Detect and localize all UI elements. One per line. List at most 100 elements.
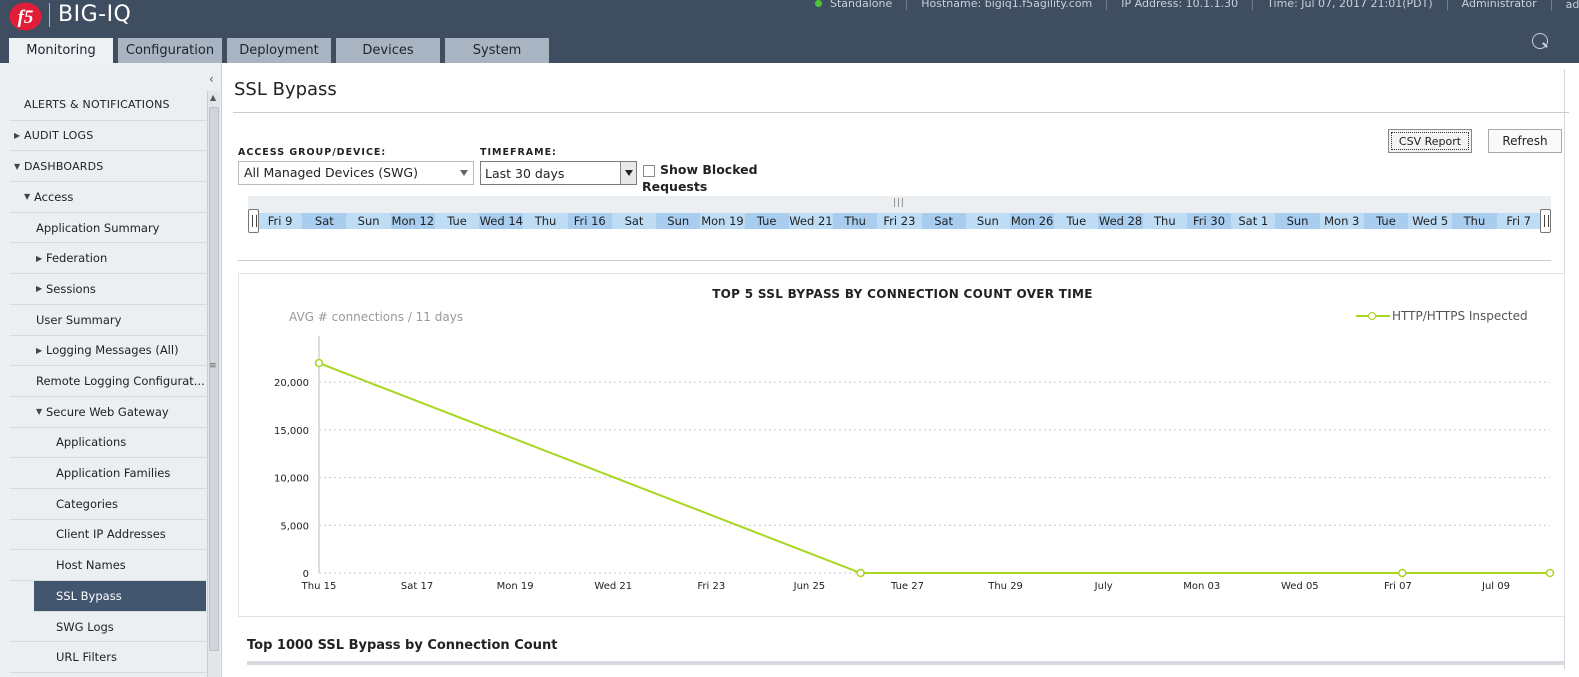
timeline-day[interactable]: Thu — [1142, 213, 1187, 229]
timeline-day[interactable]: Mon 26 — [1009, 213, 1055, 229]
timeline-day[interactable]: Wed 21 — [788, 213, 834, 229]
sidebar-item[interactable]: ▼ Secure Web Gateway — [10, 397, 206, 428]
tab-deployment[interactable]: Deployment — [227, 38, 331, 63]
timeline-days: Fri 9 Sat Sun Mon 12 Tue Wed 14 Thu Fri 16 Sat Su… — [258, 213, 1541, 229]
status-ip: IP Address: 10.1.1.30 — [1106, 0, 1252, 10]
expand-right-icon[interactable]: ▶ — [36, 346, 46, 355]
chart-legend[interactable]: HTTP/HTTPS Inspected — [1356, 309, 1528, 323]
timeline-day[interactable]: Tue — [744, 213, 789, 229]
timeline-day[interactable]: Mon 12 — [390, 213, 435, 229]
timeline-day[interactable]: Sun — [1275, 213, 1320, 229]
timeline-day[interactable]: Sat 1 — [1231, 213, 1276, 229]
timeline-day[interactable]: Wed 5 — [1408, 213, 1453, 229]
tab-configuration[interactable]: Configuration — [118, 38, 222, 63]
search-icon[interactable] — [1532, 33, 1548, 49]
sidebar-item[interactable]: SSL Bypass — [34, 581, 206, 612]
sidebar-item[interactable]: ▶ AUDIT LOGS — [10, 121, 206, 152]
expand-right-icon[interactable]: ▶ — [14, 131, 24, 140]
sidebar-item[interactable]: User Summary — [10, 305, 206, 336]
sidebar-item-label: Applications — [56, 435, 127, 450]
scroll-up-icon[interactable]: ▲ — [210, 93, 216, 102]
sidebar-item[interactable]: Application Families — [10, 458, 206, 489]
timeline-day[interactable]: Mon 3 — [1319, 213, 1364, 229]
legend-swatch — [1356, 311, 1390, 321]
timeline-day[interactable]: Mon 19 — [700, 213, 745, 229]
expand-right-icon[interactable]: ▶ — [36, 254, 46, 263]
timeline-day[interactable]: Tue — [1054, 213, 1099, 229]
sidebar-item-label: Logging Messages (All) — [46, 343, 179, 358]
sidebar-nav: ALERTS & NOTIFICATIONS ▶ AUDIT LOGS ▼ DASHBO… — [10, 90, 206, 674]
timeline-day[interactable]: Sat — [921, 213, 966, 229]
timeline-day[interactable]: Sat — [611, 213, 657, 229]
expand-right-icon[interactable]: ▶ — [36, 284, 46, 293]
timeline-slider[interactable]: | | | Fri 9 Sat Sun Mon 12 Tue Wed 14 Thu Fri 1… — [248, 196, 1551, 233]
sidebar-item[interactable]: Categories — [10, 489, 206, 520]
expand-down-icon[interactable]: ▼ — [14, 162, 24, 171]
device-select[interactable]: All Managed Devices (SWG) — [238, 161, 474, 185]
timeline-day[interactable]: Wed 14 — [479, 213, 524, 229]
app-header: f5 BIG-IQ Standalone Hostname: bigiq1.f5… — [0, 0, 1579, 63]
sidebar-item-label: Secure Web Gateway — [46, 404, 169, 419]
timeline-day[interactable]: Thu — [1452, 213, 1497, 229]
timeline-track[interactable]: | | | — [248, 196, 1551, 213]
timeline-day[interactable]: Tue — [1363, 213, 1409, 229]
timeline-day[interactable]: Sun — [965, 213, 1010, 229]
user-menu[interactable]: admin — [1550, 0, 1579, 11]
timeline-day[interactable]: Fri 9 — [258, 213, 303, 229]
scroll-thumb[interactable] — [209, 107, 219, 651]
status-bar: Standalone Hostname: bigiq1.f5agility.co… — [815, 0, 1579, 11]
timeline-day[interactable]: Fri 30 — [1186, 213, 1232, 229]
tab-monitoring[interactable]: Monitoring — [9, 38, 113, 63]
timeline-day[interactable]: Fri 23 — [877, 213, 922, 229]
timeline-day[interactable]: Fri 16 — [567, 213, 612, 229]
csv-report-button[interactable]: CSV Report — [1388, 129, 1472, 153]
timeframe-dropdown-button[interactable] — [620, 162, 636, 184]
tab-devices[interactable]: Devices — [336, 38, 440, 63]
sidebar-item-label: SSL Bypass — [56, 588, 122, 603]
sidebar-item[interactable]: ▼ DASHBOARDS — [10, 151, 206, 183]
timeframe-select-value: Last 30 days — [485, 166, 565, 181]
sidebar-item[interactable]: ▶ Federation — [10, 243, 206, 275]
sidebar-item[interactable]: ▶ Sessions — [10, 274, 206, 305]
timeline-day[interactable]: Sat — [302, 213, 347, 229]
sidebar-item-label: Access — [34, 189, 74, 204]
show-blocked-checkbox[interactable] — [643, 165, 655, 177]
expand-down-icon[interactable]: ▼ — [36, 407, 46, 416]
timeline-left-handle[interactable] — [248, 209, 259, 233]
sidebar-item-label: SWG Logs — [56, 619, 114, 634]
user-name: admin — [1565, 0, 1579, 11]
timeline-right-handle[interactable] — [1540, 209, 1551, 233]
sidebar-item[interactable]: SWG Logs — [10, 612, 206, 643]
tab-system[interactable]: System — [445, 38, 549, 63]
timeline-day[interactable]: Tue — [434, 213, 480, 229]
sidebar-item[interactable]: ▶ Logging Messages (All) — [10, 336, 206, 367]
status-dot-icon — [815, 0, 822, 7]
timeline-day[interactable]: Sun — [656, 213, 701, 229]
collapse-sidebar-icon[interactable]: ‹ — [209, 72, 214, 86]
sidebar-item[interactable]: Host Names — [10, 550, 206, 581]
table-header-bar — [247, 661, 1565, 665]
timeline-day[interactable]: Wed 28 — [1098, 213, 1143, 229]
sidebar-item[interactable]: Application Summary — [10, 213, 206, 244]
sidebar-item[interactable]: ▼ Access — [10, 182, 206, 213]
timeline-day[interactable]: Thu — [833, 213, 878, 229]
app-brand: BIG-IQ — [58, 2, 132, 27]
sidebar-item[interactable]: URL Filters — [10, 642, 206, 674]
sidebar-item[interactable]: Remote Logging Configurat... — [10, 366, 206, 397]
timeline-day[interactable]: Sun — [346, 213, 391, 229]
sidebar-item-label: DASHBOARDS — [24, 159, 104, 173]
expand-down-icon[interactable]: ▼ — [24, 192, 34, 201]
x-tick-label: Wed 05 — [1281, 581, 1319, 592]
resize-handle-icon[interactable]: ≡ — [209, 361, 217, 371]
timeframe-select[interactable]: Last 30 days — [480, 161, 637, 185]
timeline-day[interactable]: Thu — [523, 213, 568, 229]
x-tick-label: July — [1094, 581, 1113, 592]
sidebar-scrollbar[interactable]: ▲ — [207, 91, 220, 677]
divider — [233, 112, 1569, 113]
refresh-button[interactable]: Refresh — [1488, 129, 1562, 153]
sidebar-item[interactable]: ALERTS & NOTIFICATIONS — [10, 90, 206, 121]
sidebar-item[interactable]: Applications — [10, 428, 206, 459]
timeline-grip-icon[interactable]: | | | — [893, 198, 904, 208]
sidebar-item[interactable]: Client IP Addresses — [10, 520, 206, 551]
timeline-day[interactable]: Fri 7 — [1496, 213, 1541, 229]
